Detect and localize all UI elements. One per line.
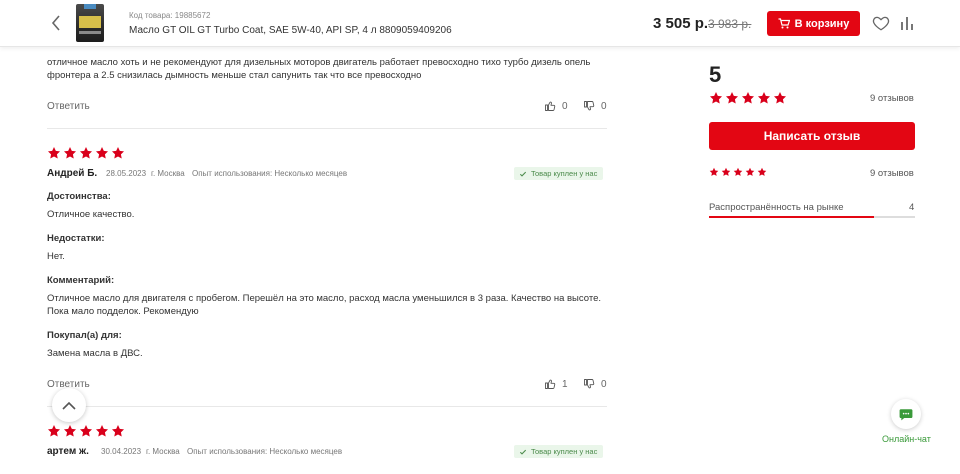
back-button[interactable]	[46, 13, 66, 33]
star-icon	[757, 91, 771, 105]
reviews-count: 9 отзывов	[870, 93, 914, 104]
star-icon	[757, 167, 767, 177]
online-chat-button[interactable]	[891, 399, 921, 429]
market-prevalence-label: Распространённость на рынке	[709, 202, 844, 213]
like-count: 0	[562, 100, 568, 112]
five-star-count: 9 отзывов	[870, 168, 914, 179]
scroll-top-button[interactable]	[52, 388, 86, 422]
review-experience: Опыт использования: Несколько месяцев	[187, 447, 343, 456]
check-icon	[519, 448, 527, 456]
product-code: Код товара: 19885672	[129, 11, 211, 20]
review-divider	[47, 406, 607, 407]
star-icon	[725, 91, 739, 105]
heart-icon[interactable]	[872, 14, 890, 32]
star-icon	[709, 91, 723, 105]
compare-icon[interactable]	[900, 14, 914, 32]
product-title: Масло GT OIL GT Turbo Coat, SAE 5W-40, A…	[129, 25, 452, 36]
average-rating: 5	[709, 62, 722, 87]
review-date: 30.04.2023	[101, 447, 142, 456]
market-prevalence-value: 4	[909, 202, 915, 213]
like-button[interactable]: 0	[544, 100, 568, 112]
purchased-badge-label: Товар куплен у нас	[531, 447, 598, 456]
star-icon	[733, 167, 743, 177]
review-experience: Опыт использования: Несколько месяцев	[192, 169, 348, 178]
star-icon	[95, 146, 109, 160]
review-rating-stars	[47, 424, 125, 438]
like-button[interactable]: 1	[544, 378, 568, 390]
like-count: 1	[562, 378, 568, 390]
dislike-count: 0	[601, 100, 607, 112]
star-icon	[79, 424, 93, 438]
dislike-button[interactable]: 0	[583, 378, 607, 390]
dislike-button[interactable]: 0	[583, 100, 607, 112]
old-price: 3 983 р.	[708, 17, 752, 31]
market-prevalence-fill	[709, 216, 874, 218]
dislike-count: 0	[601, 378, 607, 390]
comment-label: Комментарий:	[47, 275, 115, 286]
pros-label: Достоинства:	[47, 191, 111, 202]
review-date: 28.05.2023	[106, 169, 147, 178]
star-icon	[63, 146, 77, 160]
price: 3 505 р.	[653, 15, 709, 32]
thumb-up-icon	[544, 378, 556, 390]
five-star-filter[interactable]	[709, 167, 767, 177]
star-icon	[95, 424, 109, 438]
purchased-badge: Товар куплен у нас	[514, 167, 604, 180]
add-to-cart-label: В корзину	[794, 17, 850, 30]
purpose-text: Замена масла в ДВС.	[47, 348, 143, 359]
star-icon	[745, 167, 755, 177]
cons-text: Нет.	[47, 251, 65, 262]
thumb-down-icon	[583, 378, 595, 390]
thumb-up-icon	[544, 100, 556, 112]
star-icon	[741, 91, 755, 105]
star-icon	[721, 167, 731, 177]
market-prevalence-bar	[709, 216, 915, 218]
chat-icon	[899, 408, 913, 420]
reply-link[interactable]: Ответить	[47, 101, 90, 112]
online-chat-label[interactable]: Онлайн-чат	[882, 434, 931, 444]
review-author: артем ж.	[47, 446, 89, 457]
review-city: г. Москва	[146, 447, 180, 456]
review-divider	[47, 128, 607, 129]
thumb-down-icon	[583, 100, 595, 112]
star-icon	[47, 424, 61, 438]
product-thumbnail[interactable]	[76, 4, 104, 42]
back-arrow-icon	[51, 15, 60, 31]
cart-icon	[778, 18, 790, 29]
cons-label: Недостатки:	[47, 233, 105, 244]
average-rating-stars	[709, 91, 787, 105]
star-icon	[773, 91, 787, 105]
review-comment: отличное масло хоть и не рекомендуют для…	[47, 57, 591, 81]
purchased-badge-label: Товар куплен у нас	[531, 169, 598, 178]
comment-text: Отличное масло для двигателя с пробегом.…	[47, 293, 601, 317]
write-review-button[interactable]: Написать отзыв	[709, 122, 915, 150]
review-author: Андрей Б.	[47, 168, 98, 179]
star-icon	[79, 146, 93, 160]
chevron-up-icon	[62, 401, 76, 410]
product-header: Код товара: 19885672 Масло GT OIL GT Tur…	[0, 0, 960, 47]
review-rating-stars	[47, 146, 125, 160]
purchased-badge: Товар куплен у нас	[514, 445, 604, 458]
star-icon	[63, 424, 77, 438]
purpose-label: Покупал(а) для:	[47, 330, 122, 341]
star-icon	[111, 424, 125, 438]
pros-text: Отличное качество.	[47, 209, 135, 220]
add-to-cart-button[interactable]: В корзину	[767, 11, 860, 36]
star-icon	[47, 146, 61, 160]
star-icon	[111, 146, 125, 160]
review-city: г. Москва	[151, 169, 185, 178]
star-icon	[709, 167, 719, 177]
check-icon	[519, 170, 527, 178]
